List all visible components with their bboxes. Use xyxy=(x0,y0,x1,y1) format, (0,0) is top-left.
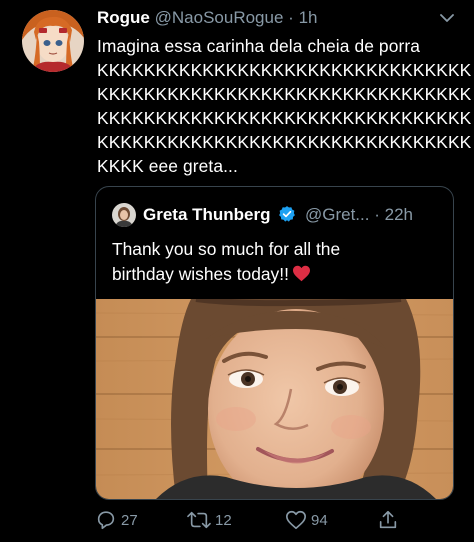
author-name[interactable]: Rogue xyxy=(97,8,150,27)
like-count: 94 xyxy=(311,511,328,529)
quoted-text-line: birthday wishes today!! xyxy=(112,264,289,284)
quoted-author-handle: @Gret... xyxy=(304,205,370,224)
verified-badge-icon xyxy=(278,205,296,223)
quoted-tweet-text: Thank you so much for all the birthday w… xyxy=(112,237,442,287)
quoted-text-line-with-emoji: birthday wishes today!! xyxy=(112,262,442,287)
tweet-actions: 27 12 94 xyxy=(95,507,415,533)
quoted-text-line: Thank you so much for all the xyxy=(112,239,341,259)
quoted-author-avatar xyxy=(112,203,136,227)
like-button[interactable]: 94 xyxy=(285,507,328,533)
tweet-timestamp[interactable]: 1h xyxy=(299,8,318,27)
quoted-tweet-photo[interactable] xyxy=(96,296,453,499)
quoted-author-name: Greta Thunberg xyxy=(143,205,271,224)
tweet-text-line: KKKK eee greta... xyxy=(97,156,238,176)
tweet-text: Imagina essa carinha dela cheia de porra… xyxy=(97,34,472,178)
quoted-timestamp: 22h xyxy=(384,205,413,224)
tweet-text-line: KKKKKKKKKKKKKKKKKKKKKKKKKKKKKKKK xyxy=(97,108,472,128)
retweet-button[interactable]: 12 xyxy=(187,507,232,533)
author-handle[interactable]: @NaoSouRogue xyxy=(155,8,284,27)
tweet-text-line: KKKKKKKKKKKKKKKKKKKKKKKKKKKKKKKK xyxy=(97,84,472,104)
red-heart-emoji xyxy=(292,264,311,282)
quoted-tweet[interactable]: Greta Thunberg @Gret... · 22h Thank you … xyxy=(95,186,454,500)
separator-dot: · xyxy=(374,205,380,224)
retweet-count: 12 xyxy=(215,511,232,529)
tweet-text-line: Imagina essa carinha dela cheia de porra xyxy=(97,36,421,56)
share-button[interactable] xyxy=(377,507,399,533)
author-avatar[interactable] xyxy=(22,10,84,72)
reply-icon xyxy=(95,509,117,531)
reply-count: 27 xyxy=(121,511,138,529)
chevron-down-icon[interactable] xyxy=(440,10,454,22)
tweet-text-line: KKKKKKKKKKKKKKKKKKKKKKKKKKKKKKKK xyxy=(97,132,472,152)
tweet-text-line: KKKKKKKKKKKKKKKKKKKKKKKKKKKKKKKK xyxy=(97,60,472,80)
like-icon xyxy=(285,509,307,531)
reply-button[interactable]: 27 xyxy=(95,507,138,533)
tweet-header: Rogue @NaoSouRogue · 1h xyxy=(97,8,454,32)
retweet-icon xyxy=(187,509,211,531)
quoted-tweet-header: Greta Thunberg @Gret... · 22h xyxy=(143,205,413,225)
separator-dot: · xyxy=(288,8,294,27)
share-icon xyxy=(377,509,399,531)
